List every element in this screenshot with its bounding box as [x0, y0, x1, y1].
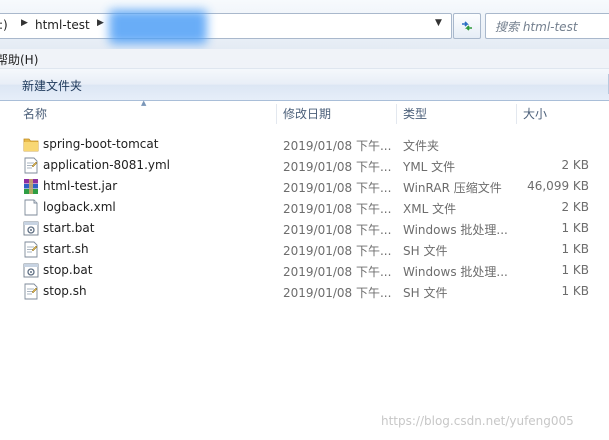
file-size: 2 KB	[561, 200, 589, 214]
file-name: logback.xml	[43, 200, 116, 214]
winrar-archive-icon	[24, 179, 38, 194]
file-name: start.sh	[43, 242, 89, 256]
batch-file-icon	[23, 221, 39, 236]
file-size: 2 KB	[561, 158, 589, 172]
new-folder-button[interactable]: 新建文件夹	[22, 77, 82, 94]
breadcrumb-separator-icon[interactable]: ▶	[97, 18, 104, 28]
menu-bar: 帮助(H)	[0, 49, 609, 69]
file-name: stop.bat	[43, 263, 93, 277]
file-name: application-8081.yml	[43, 158, 171, 172]
file-type: SH 文件	[403, 244, 448, 258]
file-date: 2019/01/08 下午...	[283, 181, 392, 195]
breadcrumb-item-redacted[interactable]	[109, 10, 207, 44]
address-bar: :) ▶ html-test ▶ ▼ 搜索 html-test	[0, 0, 609, 49]
command-bar: 新建文件夹	[0, 69, 609, 101]
column-header-name[interactable]: 名称	[19, 101, 277, 127]
file-size: 1 KB	[561, 263, 589, 277]
file-size: 46,099 KB	[527, 179, 589, 193]
breadcrumb[interactable]: :) ▶ html-test ▶ ▼	[0, 10, 452, 44]
file-date: 2019/01/08 下午...	[283, 202, 392, 216]
breadcrumb-separator-icon[interactable]: ▶	[21, 18, 28, 28]
file-type: YML 文件	[403, 160, 456, 174]
search-input[interactable]: 搜索 html-test	[485, 13, 609, 39]
file-size: 1 KB	[561, 242, 589, 256]
batch-file-icon	[23, 263, 39, 278]
refresh-icon	[462, 21, 472, 31]
breadcrumb-item-html-test[interactable]: html-test	[35, 18, 90, 32]
text-file-icon	[24, 241, 38, 258]
column-header-date[interactable]: 修改日期	[279, 101, 397, 127]
file-name: stop.sh	[43, 284, 87, 298]
file-row[interactable]: start.sh 2019/01/08 下午... SH 文件 1 KB	[0, 239, 609, 260]
file-date: 2019/01/08 下午...	[283, 286, 392, 300]
file-type: WinRAR 压缩文件	[403, 181, 502, 195]
file-row[interactable]: stop.bat 2019/01/08 下午... Windows 批处理...…	[0, 260, 609, 281]
file-date: 2019/01/08 下午...	[283, 160, 392, 174]
file-type: Windows 批处理...	[403, 265, 508, 279]
file-type: Windows 批处理...	[403, 223, 508, 237]
file-date: 2019/01/08 下午...	[283, 139, 392, 153]
file-name: html-test.jar	[43, 179, 118, 193]
column-header-size[interactable]: 大小	[519, 101, 609, 127]
folder-icon	[23, 138, 39, 152]
file-size: 1 KB	[561, 284, 589, 298]
text-file-icon	[24, 283, 38, 300]
address-history-dropdown-icon[interactable]: ▼	[435, 18, 442, 28]
file-row[interactable]: spring-boot-tomcat 2019/01/08 下午... 文件夹	[0, 134, 609, 155]
menu-item-help[interactable]: 帮助(H)	[0, 51, 38, 68]
file-date: 2019/01/08 下午...	[283, 244, 392, 258]
file-type: 文件夹	[403, 139, 440, 153]
file-date: 2019/01/08 下午...	[283, 223, 392, 237]
text-file-icon	[24, 157, 38, 174]
search-placeholder: 搜索 html-test	[495, 20, 578, 34]
column-divider[interactable]	[396, 104, 397, 124]
column-header-type[interactable]: 类型	[399, 101, 517, 127]
file-size: 1 KB	[561, 221, 589, 235]
watermark-text: https://blog.csdn.net/yufeng005	[381, 414, 574, 428]
document-icon	[24, 199, 38, 216]
file-type: SH 文件	[403, 286, 448, 300]
file-name: start.bat	[43, 221, 95, 235]
file-type: XML 文件	[403, 202, 457, 216]
file-row[interactable]: start.bat 2019/01/08 下午... Windows 批处理..…	[0, 218, 609, 239]
breadcrumb-drive[interactable]: :)	[0, 18, 8, 32]
file-row[interactable]: stop.sh 2019/01/08 下午... SH 文件 1 KB	[0, 281, 609, 302]
refresh-button[interactable]	[453, 13, 481, 39]
file-date: 2019/01/08 下午...	[283, 265, 392, 279]
file-row[interactable]: logback.xml 2019/01/08 下午... XML 文件 2 KB	[0, 197, 609, 218]
file-row[interactable]: application-8081.yml 2019/01/08 下午... YM…	[0, 155, 609, 176]
file-name: spring-boot-tomcat	[43, 137, 159, 151]
column-divider[interactable]	[276, 104, 277, 124]
file-row[interactable]: html-test.jar 2019/01/08 下午... WinRAR 压缩…	[0, 176, 609, 197]
column-divider[interactable]	[516, 104, 517, 124]
